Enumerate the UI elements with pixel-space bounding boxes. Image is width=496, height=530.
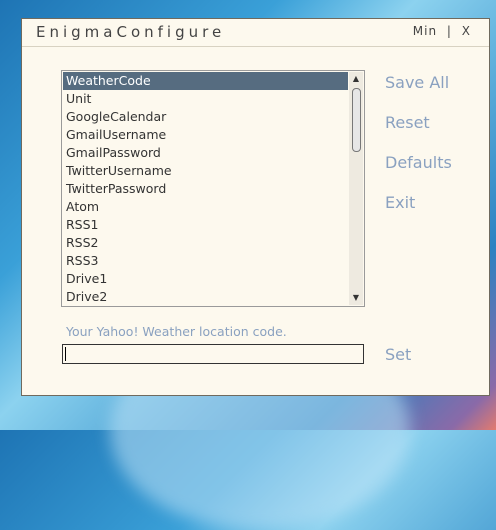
list-item[interactable]: RSS2	[63, 234, 348, 252]
window-title: EnigmaConfigure	[36, 23, 226, 41]
minimize-button[interactable]: Min	[413, 24, 437, 38]
list-item[interactable]: GmailUsername	[63, 126, 348, 144]
scroll-down-arrow-icon[interactable]: ▼	[349, 291, 363, 305]
title-bar[interactable]: EnigmaConfigure Min | X	[22, 19, 489, 47]
list-item[interactable]: GoogleCalendar	[63, 108, 348, 126]
defaults-button[interactable]: Defaults	[385, 151, 452, 191]
list-scrollbar[interactable]: ▲ ▼	[349, 72, 363, 305]
controls-separator: |	[446, 24, 452, 38]
list-item[interactable]: Drive1	[63, 270, 348, 288]
text-caret	[65, 347, 66, 361]
reset-button[interactable]: Reset	[385, 111, 452, 151]
enigma-configure-window: EnigmaConfigure Min | X WeatherCode Unit G…	[21, 18, 490, 396]
list-item[interactable]: Drive2	[63, 288, 348, 306]
close-button[interactable]: X	[462, 24, 471, 38]
list-item[interactable]: WeatherCode	[63, 72, 348, 90]
list-item[interactable]: Atom	[63, 198, 348, 216]
list-item[interactable]: GmailPassword	[63, 144, 348, 162]
list-item[interactable]: RSS1	[63, 216, 348, 234]
scroll-up-arrow-icon[interactable]: ▲	[349, 72, 363, 86]
save-all-button[interactable]: Save All	[385, 71, 452, 111]
list-item[interactable]: Unit	[63, 90, 348, 108]
list-item[interactable]: TwitterPassword	[63, 180, 348, 198]
list-item[interactable]: RSS3	[63, 252, 348, 270]
window-controls: Min | X	[413, 24, 471, 38]
scrollbar-thumb[interactable]	[352, 88, 361, 152]
settings-list-items: WeatherCode Unit GoogleCalendar GmailUserna…	[63, 72, 348, 306]
list-item[interactable]: TwitterUsername	[63, 162, 348, 180]
settings-listbox[interactable]: WeatherCode Unit GoogleCalendar GmailUserna…	[61, 70, 365, 307]
exit-button[interactable]: Exit	[385, 191, 452, 231]
setting-value-input[interactable]	[62, 344, 364, 364]
setting-description: Your Yahoo! Weather location code.	[66, 324, 287, 339]
set-button[interactable]: Set	[385, 345, 411, 364]
action-buttons: Save All Reset Defaults Exit	[385, 71, 452, 231]
